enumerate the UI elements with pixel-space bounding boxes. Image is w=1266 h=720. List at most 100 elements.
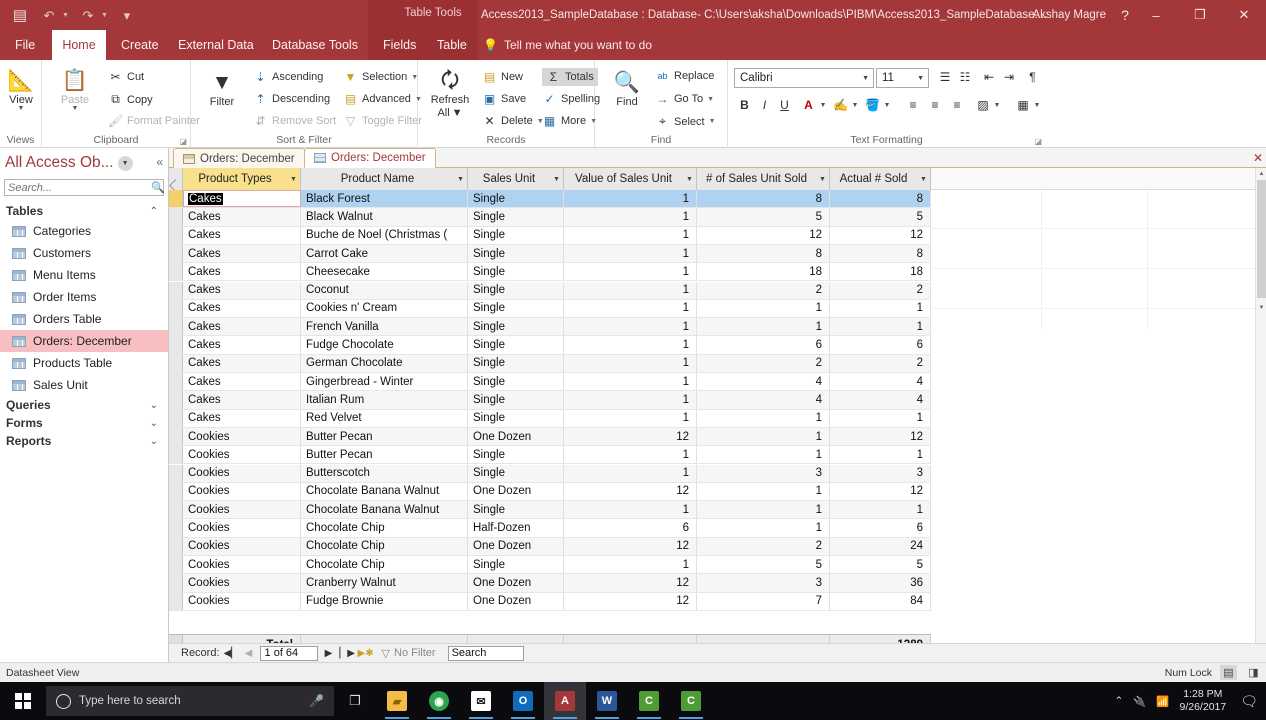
microphone-icon[interactable]: 🎤 bbox=[309, 694, 324, 708]
table-cell[interactable]: Cakes bbox=[183, 244, 301, 263]
table-cell[interactable]: Single bbox=[468, 226, 564, 244]
row-selector[interactable] bbox=[169, 226, 183, 244]
delete-record-button[interactable]: ✕ Delete ▼ bbox=[482, 114, 543, 128]
table-cell[interactable]: 36 bbox=[830, 574, 931, 592]
table-cell[interactable]: 1 bbox=[564, 556, 697, 574]
gridlines-icon[interactable]: ▦ bbox=[1014, 96, 1032, 114]
row-selector[interactable] bbox=[169, 501, 183, 519]
table-cell[interactable]: Single bbox=[468, 318, 564, 336]
table-cell[interactable]: 1 bbox=[564, 281, 697, 299]
table-row[interactable]: Cakes German Chocolate Single 1 2 2 bbox=[169, 354, 931, 373]
battery-icon[interactable]: 🔌 bbox=[1133, 695, 1146, 708]
nav-item-order-items[interactable]: Order Items bbox=[0, 286, 168, 308]
table-row[interactable]: Cookies Butterscotch Single 1 3 3 bbox=[169, 464, 931, 483]
table-cell[interactable]: 1 bbox=[564, 446, 697, 464]
table-cell[interactable]: 1 bbox=[830, 318, 931, 336]
table-cell[interactable]: Cookies bbox=[183, 537, 301, 555]
font-name-select[interactable]: Calibri ▼ bbox=[734, 68, 874, 88]
table-cell[interactable]: Single bbox=[468, 409, 564, 427]
find-button[interactable]: 🔍 Find bbox=[605, 70, 649, 108]
table-cell[interactable]: Cakes bbox=[183, 190, 301, 208]
table-cell[interactable]: 1 bbox=[564, 391, 697, 409]
filter-button[interactable]: ▼ Filter bbox=[199, 70, 245, 108]
table-cell[interactable]: Red Velvet bbox=[301, 409, 468, 427]
view-button[interactable]: 📐 View ▼ bbox=[0, 68, 42, 112]
table-cell[interactable]: Chocolate Banana Walnut bbox=[301, 482, 468, 501]
gridlines-dropdown-icon[interactable]: ▼ bbox=[1032, 98, 1042, 112]
table-cell[interactable]: 1 bbox=[697, 299, 830, 318]
replace-button[interactable]: ab Replace bbox=[655, 70, 714, 82]
tab-table[interactable]: Table bbox=[426, 30, 478, 60]
nav-group-queries[interactable]: Queries ⌄ bbox=[0, 396, 168, 414]
text-formatting-dialog-launcher[interactable]: ◪ bbox=[1034, 137, 1042, 146]
spelling-button[interactable]: ✓ Spelling bbox=[542, 92, 600, 106]
totals-button[interactable]: Σ Totals bbox=[542, 68, 598, 86]
table-row[interactable]: Cakes Coconut Single 1 2 2 bbox=[169, 281, 931, 300]
row-selector[interactable] bbox=[169, 318, 183, 336]
row-selector[interactable] bbox=[169, 482, 183, 501]
row-selector[interactable] bbox=[169, 281, 183, 299]
row-selector[interactable] bbox=[169, 373, 183, 391]
taskbar-app-outlook[interactable]: O bbox=[502, 682, 544, 720]
descending-button[interactable]: ⇡ Descending bbox=[253, 92, 330, 106]
table-cell[interactable]: 5 bbox=[697, 208, 830, 226]
select-all-corner[interactable] bbox=[169, 168, 183, 190]
table-cell[interactable]: 1 bbox=[830, 299, 931, 318]
table-cell[interactable]: 2 bbox=[697, 354, 830, 372]
table-cell[interactable]: One Dozen bbox=[468, 592, 564, 610]
remove-sort-button[interactable]: ⇵ Remove Sort bbox=[253, 114, 336, 128]
nav-pane-menu-icon[interactable]: ▼ bbox=[117, 155, 133, 171]
text-highlight-icon[interactable]: ✍ bbox=[832, 96, 849, 114]
increase-indent-icon[interactable]: ⇥ bbox=[1000, 68, 1018, 86]
taskbar-app-access[interactable]: A bbox=[544, 682, 586, 720]
table-row[interactable]: Cookies Chocolate Chip Single 1 5 5 bbox=[169, 556, 931, 575]
table-row[interactable]: Cookies Chocolate Banana Walnut One Dozen 1… bbox=[169, 482, 931, 502]
table-cell[interactable]: Black Forest bbox=[301, 190, 468, 208]
table-cell[interactable]: Coconut bbox=[301, 281, 468, 299]
chevron-down-icon[interactable]: ⌄ bbox=[150, 436, 158, 447]
new-record-button[interactable]: ▶✱ bbox=[358, 648, 374, 659]
font-size-select[interactable]: 11 ▼ bbox=[876, 68, 929, 88]
table-cell[interactable]: 1 bbox=[564, 190, 697, 208]
close-document-icon[interactable]: ✕ bbox=[1253, 151, 1263, 165]
taskbar-app-word[interactable]: W bbox=[586, 682, 628, 720]
numbered-list-icon[interactable]: ☷ bbox=[956, 68, 974, 86]
redo-icon[interactable]: ↷ bbox=[78, 5, 98, 25]
row-selector[interactable] bbox=[169, 336, 183, 354]
table-cell[interactable]: 5 bbox=[830, 208, 931, 226]
nav-pane-header[interactable]: All Access Ob... ▼ bbox=[5, 150, 133, 176]
toggle-filter-button[interactable]: ▽ Toggle Filter bbox=[343, 114, 422, 128]
underline-button[interactable]: U bbox=[776, 96, 793, 114]
view-dropdown-icon[interactable]: ▼ bbox=[18, 105, 25, 112]
account-name[interactable]: Akshay Magre bbox=[1032, 0, 1106, 30]
nav-search-box[interactable]: 🔍 bbox=[4, 179, 165, 196]
table-cell[interactable]: Fudge Brownie bbox=[301, 592, 468, 610]
table-cell[interactable]: 12 bbox=[564, 482, 697, 501]
table-cell[interactable]: One Dozen bbox=[468, 482, 564, 501]
fill-color-dropdown-icon[interactable]: ▼ bbox=[882, 98, 892, 112]
table-cell[interactable]: Single bbox=[468, 299, 564, 318]
row-selector[interactable] bbox=[169, 446, 183, 464]
tab-external-data[interactable]: External Data bbox=[167, 30, 265, 60]
table-cell[interactable]: Butter Pecan bbox=[301, 446, 468, 464]
table-cell[interactable]: 4 bbox=[697, 391, 830, 409]
previous-record-button[interactable]: ◀ bbox=[242, 648, 256, 659]
column-header-product-name[interactable]: Product Name ▼ bbox=[301, 168, 468, 190]
table-cell[interactable]: Cookies bbox=[183, 574, 301, 592]
table-cell[interactable]: Single bbox=[468, 556, 564, 574]
decrease-indent-icon[interactable]: ⇤ bbox=[980, 68, 998, 86]
total-value-cell[interactable] bbox=[564, 635, 697, 643]
taskbar-app-mail[interactable]: ✉ bbox=[460, 682, 502, 720]
table-cell[interactable]: 12 bbox=[564, 537, 697, 555]
table-cell[interactable]: Single bbox=[468, 373, 564, 391]
taskbar-app-camtasia-recorder[interactable]: C bbox=[670, 682, 712, 720]
refresh-all-button[interactable]: 🗘 Refresh All ▼ bbox=[424, 68, 476, 119]
datasheet-search-input[interactable]: Search bbox=[447, 645, 524, 661]
table-cell[interactable]: Cheesecake bbox=[301, 263, 468, 281]
table-cell[interactable]: 6 bbox=[830, 519, 931, 537]
collapse-nav-pane-icon[interactable]: « bbox=[156, 155, 163, 169]
row-selector[interactable] bbox=[169, 427, 183, 446]
row-selector[interactable] bbox=[169, 519, 183, 537]
table-cell[interactable]: 12 bbox=[830, 226, 931, 244]
filter-status[interactable]: ▽ No Filter bbox=[382, 647, 436, 660]
